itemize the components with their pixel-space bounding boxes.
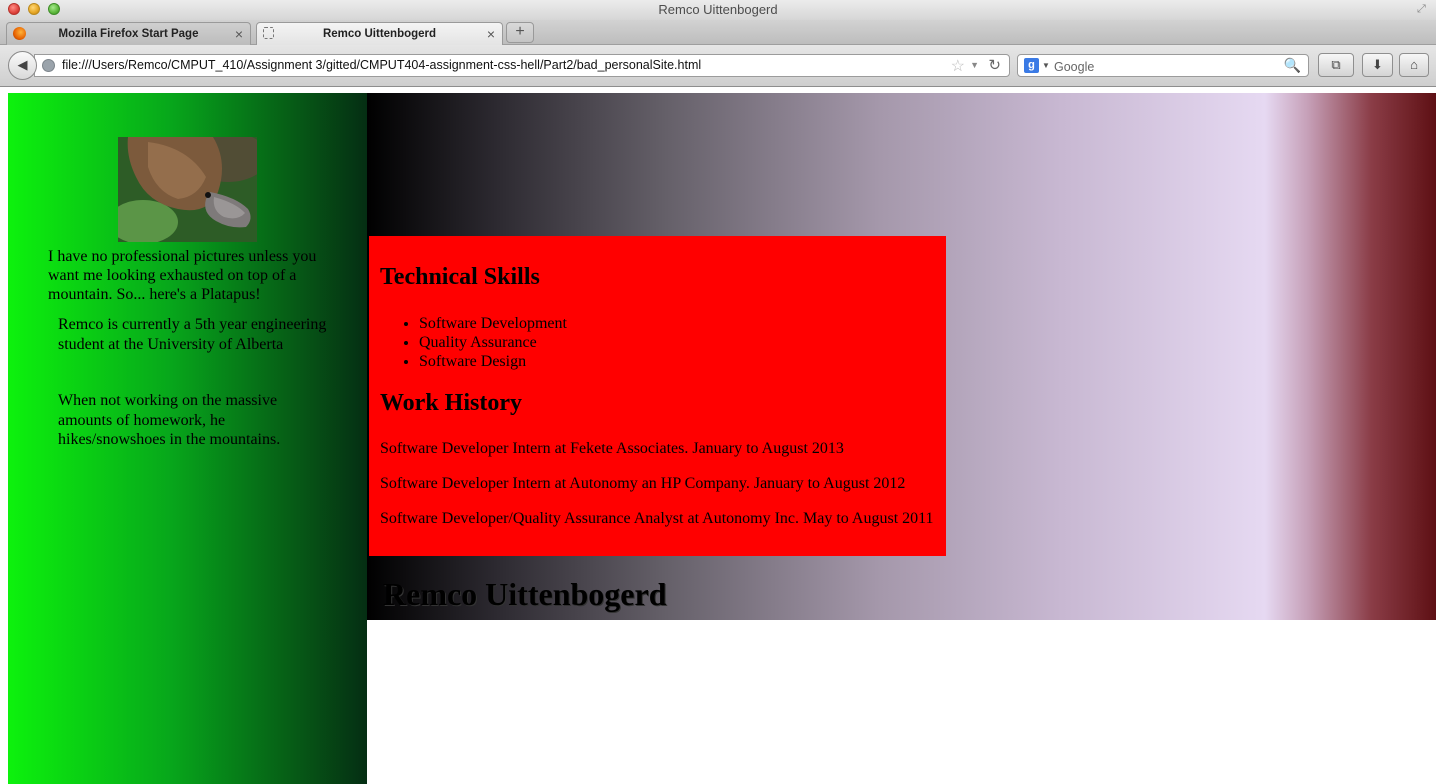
google-engine-icon[interactable]: g — [1024, 58, 1039, 73]
page-title: Remco Uittenbogerd — [383, 576, 667, 612]
tab-remco-uittenbogerd[interactable]: Remco Uittenbogerd × — [256, 22, 503, 45]
globe-icon[interactable] — [42, 59, 55, 72]
bookmarks-button[interactable]: ⧉ — [1318, 53, 1354, 77]
sidebar: I have no professional pictures unless y… — [8, 93, 367, 784]
download-icon: ⬇ — [1372, 57, 1383, 72]
tab-firefox-start-page[interactable]: Mozilla Firefox Start Page × — [6, 22, 251, 45]
window-titlebar: Remco Uittenbogerd ⤢ — [0, 0, 1436, 20]
page-margin — [0, 93, 8, 784]
search-icon[interactable]: 🔍 — [1284, 57, 1301, 74]
list-item: Software Design — [419, 352, 567, 371]
search-input[interactable] — [1052, 57, 1286, 76]
search-bar[interactable]: g ▼ 🔍 — [1017, 54, 1309, 77]
reload-icon[interactable]: ↻ — [988, 56, 1001, 74]
fullscreen-icon[interactable]: ⤢ — [1417, 3, 1430, 16]
work-history-item: Software Developer Intern at Fekete Asso… — [380, 440, 844, 457]
downloads-button[interactable]: ⬇ — [1362, 53, 1393, 77]
bookmarks-icon: ⧉ — [1331, 57, 1341, 72]
history-dropdown-icon[interactable]: ▼ — [970, 60, 979, 70]
tab-close-icon[interactable]: × — [487, 26, 495, 42]
home-icon: ⌂ — [1410, 57, 1418, 72]
platypus-illustration — [118, 137, 257, 242]
back-arrow-icon: ◀ — [17, 57, 28, 72]
engine-dropdown-icon[interactable]: ▼ — [1042, 61, 1050, 70]
list-item: Software Development — [419, 314, 567, 333]
skills-heading: Technical Skills — [380, 264, 540, 290]
bio-paragraph: Remco is currently a 5th year engineerin… — [58, 316, 327, 353]
bookmark-star-icon[interactable]: ☆ — [951, 56, 965, 76]
url-text[interactable]: file:///Users/Remco/CMPUT_410/Assignment… — [62, 58, 701, 72]
home-button[interactable]: ⌂ — [1399, 53, 1429, 77]
tab-label: Remco Uittenbogerd — [322, 28, 437, 40]
work-history-item: Software Developer/Quality Assurance Ana… — [380, 510, 934, 527]
tab-close-icon[interactable]: × — [235, 26, 243, 42]
new-tab-button[interactable]: + — [506, 22, 534, 43]
url-bar[interactable]: file:///Users/Remco/CMPUT_410/Assignment… — [34, 54, 1010, 77]
navigation-toolbar: file:///Users/Remco/CMPUT_410/Assignment… — [0, 45, 1436, 87]
hobbies-paragraph: When not working on the massive amounts … — [58, 392, 281, 448]
list-item: Quality Assurance — [419, 333, 567, 352]
window-title: Remco Uittenbogerd — [658, 2, 778, 17]
photo-caption: I have no professional pictures unless y… — [48, 248, 317, 303]
work-history-item: Software Developer Intern at Autonomy an… — [380, 475, 906, 492]
resume-content-box: Technical Skills Software Development Qu… — [369, 236, 946, 556]
back-button[interactable]: ◀ — [8, 51, 37, 80]
work-history-heading: Work History — [380, 390, 522, 416]
platypus-photo — [118, 137, 257, 242]
tab-strip: Mozilla Firefox Start Page × Remco Uitte… — [0, 20, 1436, 45]
tab-label: Mozilla Firefox Start Page — [58, 28, 199, 40]
skills-list: Software Development Quality Assurance S… — [380, 314, 567, 371]
